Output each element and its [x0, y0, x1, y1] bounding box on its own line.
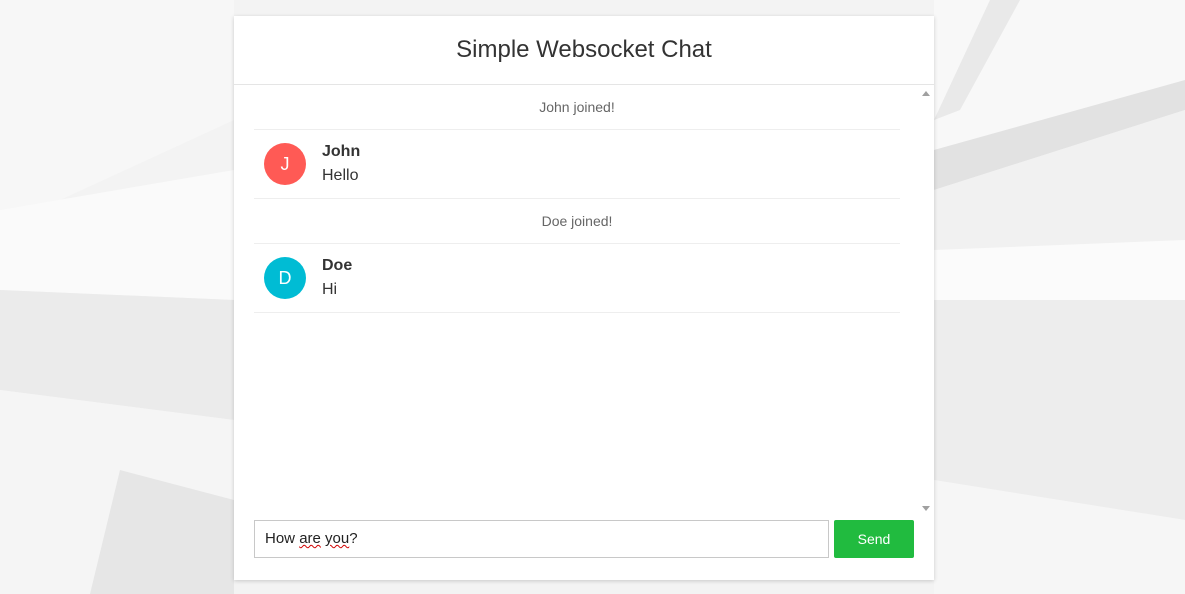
input-text-part: ?	[349, 530, 358, 547]
system-message: Doe joined!	[254, 199, 900, 244]
system-message: John joined!	[254, 85, 900, 130]
input-text-part: you	[325, 530, 350, 547]
chat-window: Simple Websocket Chat John joined! J Joh…	[234, 16, 934, 580]
input-text-part: How	[265, 530, 300, 547]
send-button[interactable]: Send	[834, 520, 914, 558]
message-composer: How are you? Send	[254, 520, 914, 558]
message-list: John joined! J John Hello Doe joined! D …	[254, 85, 900, 513]
scroll-down-arrow-icon[interactable]	[922, 506, 930, 511]
message-scrollbar[interactable]	[919, 85, 934, 511]
message-input[interactable]: How are you?	[254, 520, 829, 558]
chat-message: D Doe Hi	[254, 244, 900, 313]
input-text-part: are	[299, 530, 321, 547]
avatar: J	[264, 143, 306, 185]
chat-message: J John Hello	[254, 130, 900, 199]
message-text: Hello	[322, 167, 359, 184]
message-author: Doe	[322, 257, 353, 274]
chat-header: Simple Websocket Chat	[234, 16, 934, 85]
message-text: Hi	[322, 281, 338, 298]
avatar: D	[264, 257, 306, 299]
message-author: John	[322, 143, 361, 160]
page-title: Simple Websocket Chat	[456, 36, 712, 63]
scroll-up-arrow-icon[interactable]	[922, 91, 930, 96]
